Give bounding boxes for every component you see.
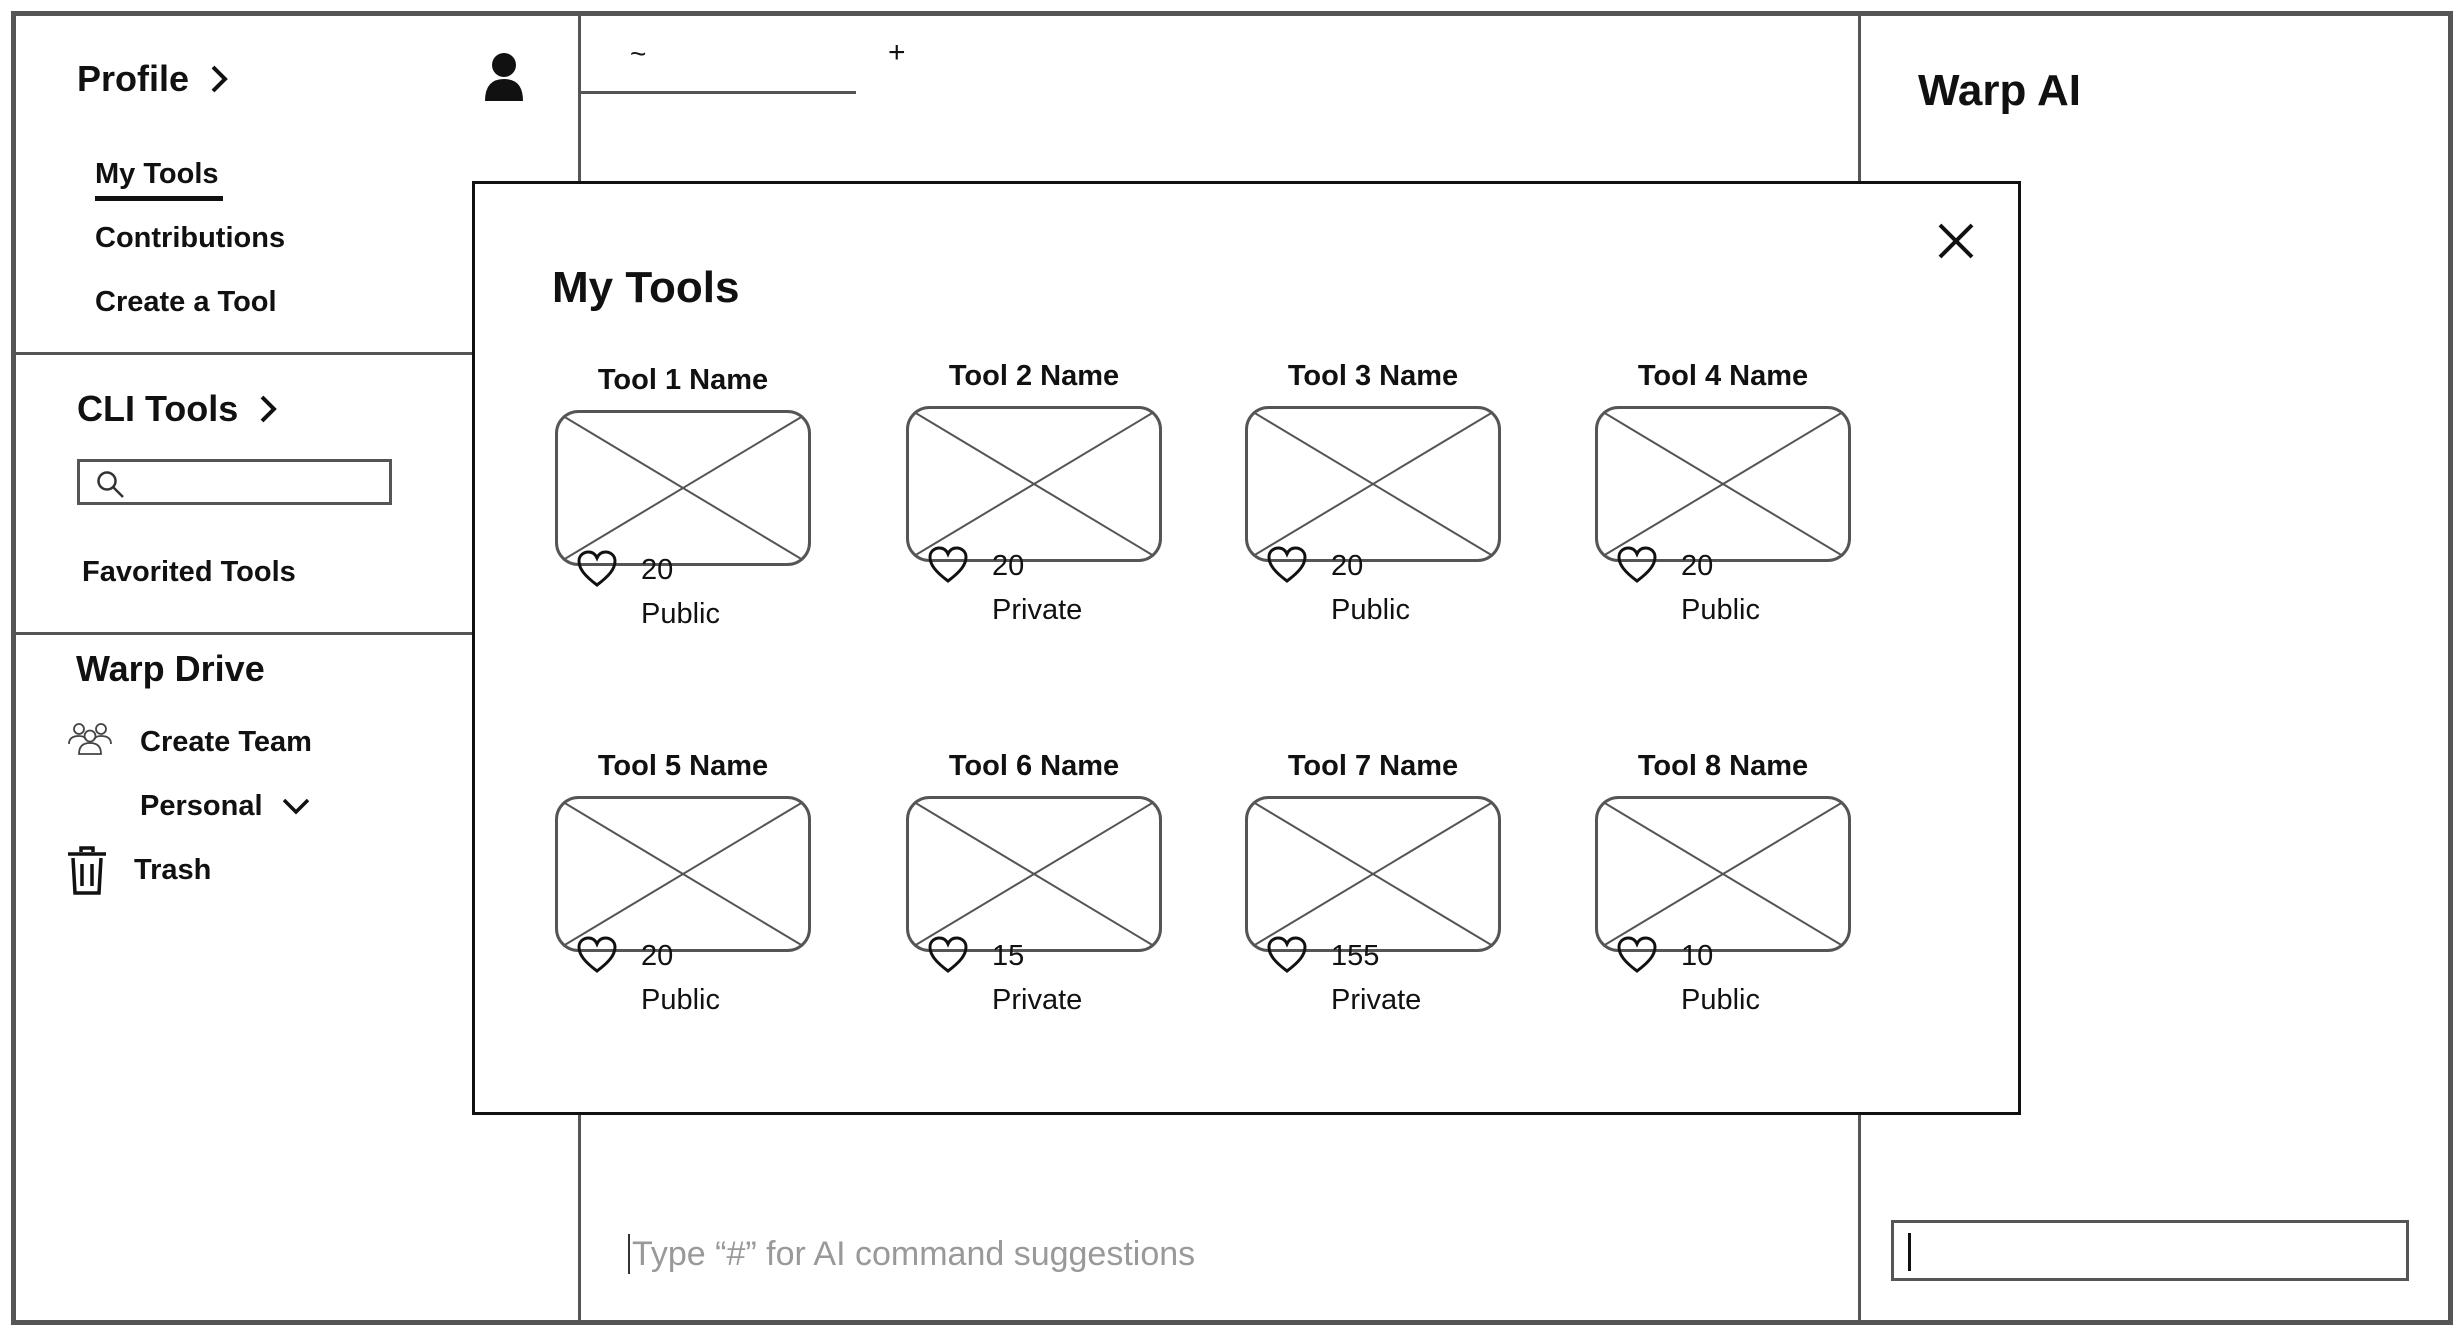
tool-card[interactable]: Tool 1 Name 20 Public bbox=[555, 364, 811, 654]
profile-header[interactable]: Profile bbox=[77, 58, 233, 100]
trash-icon bbox=[68, 846, 106, 895]
visibility-label: Private bbox=[1331, 984, 1422, 1016]
cli-tools-header[interactable]: CLI Tools bbox=[77, 388, 282, 430]
image-placeholder-icon bbox=[906, 406, 1162, 562]
image-placeholder-icon bbox=[555, 796, 811, 952]
tool-name: Tool 6 Name bbox=[948, 750, 1120, 782]
trash-button[interactable]: Trash bbox=[134, 854, 211, 887]
visibility-label: Public bbox=[641, 984, 720, 1016]
tool-search-input[interactable] bbox=[136, 466, 386, 500]
search-icon bbox=[97, 471, 124, 498]
image-placeholder-icon bbox=[906, 796, 1162, 952]
tool-name: Tool 3 Name bbox=[1287, 360, 1459, 392]
nav-my-tools[interactable]: My Tools bbox=[95, 158, 223, 201]
tool-name: Tool 4 Name bbox=[1637, 360, 1809, 392]
warp-ai-title: Warp AI bbox=[1918, 66, 2081, 115]
heart-icon[interactable] bbox=[928, 936, 968, 974]
create-team-button[interactable]: Create Team bbox=[140, 726, 312, 759]
heart-icon[interactable] bbox=[928, 546, 968, 584]
text-caret bbox=[628, 1234, 630, 1274]
heart-icon[interactable] bbox=[1617, 936, 1657, 974]
team-icon bbox=[68, 723, 112, 755]
heart-icon[interactable] bbox=[1617, 546, 1657, 584]
terminal-command-input[interactable]: Type “#” for AI command suggestions bbox=[628, 1232, 1828, 1276]
visibility-label: Public bbox=[641, 598, 720, 630]
visibility-label: Private bbox=[992, 984, 1083, 1016]
like-count: 20 bbox=[1331, 550, 1364, 582]
tool-card[interactable]: Tool 4 Name 20 Public bbox=[1595, 360, 1851, 650]
tool-card[interactable]: Tool 8 Name 10 Public bbox=[1595, 750, 1851, 1040]
heart-icon[interactable] bbox=[577, 550, 617, 588]
image-placeholder-icon bbox=[555, 410, 811, 566]
chevron-right-icon bbox=[260, 395, 278, 423]
tool-search-box[interactable] bbox=[77, 459, 392, 505]
like-count: 10 bbox=[1681, 940, 1714, 972]
tool-card[interactable]: Tool 6 Name 15 Private bbox=[906, 750, 1162, 1040]
tool-name: Tool 7 Name bbox=[1287, 750, 1459, 782]
image-placeholder-icon bbox=[1595, 796, 1851, 952]
like-count: 20 bbox=[1681, 550, 1714, 582]
chevron-down-icon bbox=[282, 798, 309, 814]
chevron-right-icon bbox=[211, 65, 228, 93]
tool-card[interactable]: Tool 7 Name 155 Private bbox=[1245, 750, 1501, 1040]
tool-card[interactable]: Tool 3 Name 20 Public bbox=[1245, 360, 1501, 650]
heart-icon[interactable] bbox=[1267, 546, 1307, 584]
visibility-label: Public bbox=[1681, 594, 1760, 626]
tool-name: Tool 8 Name bbox=[1637, 750, 1809, 782]
like-count: 15 bbox=[992, 940, 1025, 972]
image-placeholder-icon bbox=[1245, 406, 1501, 562]
like-count: 20 bbox=[641, 940, 674, 972]
nav-create-a-tool[interactable]: Create a Tool bbox=[95, 286, 277, 319]
image-placeholder-icon bbox=[1595, 406, 1851, 562]
my-tools-modal: My Tools Tool 1 Name 20 Public Tool 2 Name 2… bbox=[472, 181, 2021, 1115]
nav-favorited-tools[interactable]: Favorited Tools bbox=[82, 556, 296, 589]
personal-dropdown[interactable]: Personal bbox=[140, 790, 311, 823]
modal-title: My Tools bbox=[552, 263, 740, 312]
heart-icon[interactable] bbox=[1267, 936, 1307, 974]
visibility-label: Public bbox=[1681, 984, 1760, 1016]
tool-card[interactable]: Tool 2 Name 20 Private bbox=[906, 360, 1162, 650]
visibility-label: Public bbox=[1331, 594, 1410, 626]
like-count: 20 bbox=[992, 550, 1025, 582]
like-count: 20 bbox=[641, 554, 674, 586]
like-count: 155 bbox=[1331, 940, 1380, 972]
nav-contributions[interactable]: Contributions bbox=[95, 222, 285, 255]
close-icon[interactable] bbox=[1936, 221, 1976, 261]
warp-ai-input[interactable] bbox=[1891, 1220, 2409, 1281]
heart-icon[interactable] bbox=[577, 936, 617, 974]
personal-label: Personal bbox=[140, 790, 263, 822]
tool-name: Tool 1 Name bbox=[597, 364, 769, 396]
new-tab-button[interactable]: + bbox=[888, 36, 906, 70]
terminal-tab[interactable]: ~ bbox=[580, 38, 856, 94]
tool-name: Tool 2 Name bbox=[948, 360, 1120, 392]
text-caret bbox=[1908, 1233, 1911, 1271]
image-placeholder-icon bbox=[1245, 796, 1501, 952]
terminal-placeholder: Type “#” for AI command suggestions bbox=[632, 1234, 1196, 1273]
visibility-label: Private bbox=[992, 594, 1083, 626]
warp-drive-title: Warp Drive bbox=[76, 648, 265, 689]
user-avatar-icon[interactable] bbox=[484, 52, 524, 102]
profile-title: Profile bbox=[77, 58, 190, 99]
tool-card[interactable]: Tool 5 Name 20 Public bbox=[555, 750, 811, 1040]
cli-tools-title: CLI Tools bbox=[77, 388, 239, 429]
tool-name: Tool 5 Name bbox=[597, 750, 769, 782]
